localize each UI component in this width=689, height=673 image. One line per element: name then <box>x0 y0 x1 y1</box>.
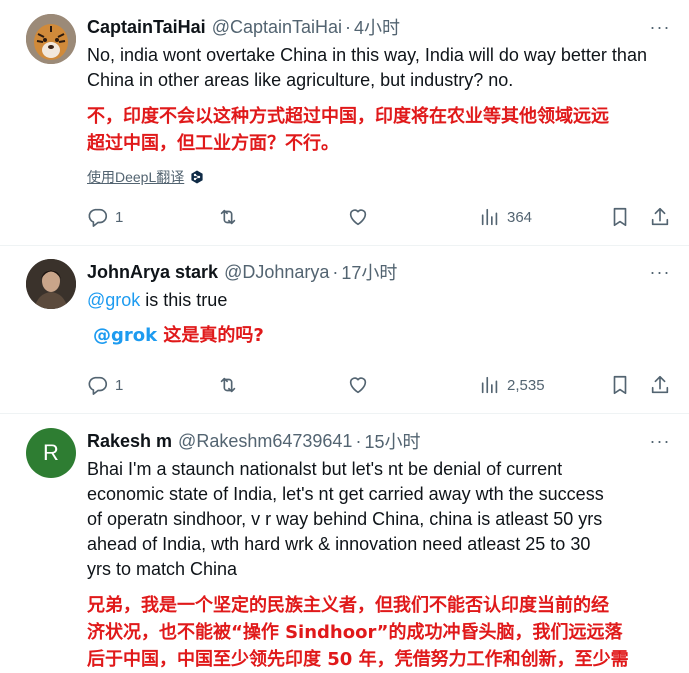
translate-label: 使用DeepL翻译 <box>87 169 185 185</box>
reply-button[interactable]: 1 <box>87 373 123 397</box>
translation-line: 后于中国，中国至少领先印度 50 年，凭借努力工作和创新，至少需 <box>87 649 629 670</box>
tweet-text-line: Bhai I'm a staunch nationalst but let's … <box>87 459 563 479</box>
translation-content: 这是真的吗? <box>157 325 264 346</box>
translation-text: 不，印度不会以这种方式超过中国，印度将在农业等其他领域远远 超过中国，但工业方面… <box>87 103 687 157</box>
reply-button[interactable]: 1 <box>87 205 123 229</box>
display-name[interactable]: JohnArya stark <box>87 262 218 283</box>
timestamp[interactable]: 4小时 <box>354 14 400 40</box>
deepl-icon <box>191 170 203 184</box>
display-name[interactable]: CaptainTaiHai <box>87 17 206 38</box>
more-icon: ··· <box>649 430 671 451</box>
retweet-icon <box>220 377 236 393</box>
avatar[interactable]: R <box>26 428 76 478</box>
tweet-3[interactable]: R Rakesh m @Rakeshm64739641 · 15小时 ··· B… <box>0 414 689 670</box>
tweet-text-line: yrs to match China <box>87 559 238 579</box>
translation-text: 兄弟，我是一个坚定的民族主义者，但我们不能否认印度当前的经 济状况，也不能被“操… <box>87 592 687 673</box>
user-handle[interactable]: @CaptainTaiHai <box>212 17 342 38</box>
separator-dot: · <box>355 430 362 451</box>
more-icon: ··· <box>649 16 671 37</box>
more-options-button[interactable]: ··· <box>646 431 674 451</box>
heart-icon <box>349 209 367 226</box>
tweet-text: Bhai I'm a staunch nationalst but let's … <box>87 457 687 582</box>
tweet-header: Rakesh m @Rakeshm64739641 · 15小时 <box>87 429 420 453</box>
more-options-button[interactable]: ··· <box>646 17 674 37</box>
view-count: 2,535 <box>507 376 545 394</box>
bookmark-icon <box>613 375 627 395</box>
views-button[interactable]: 2,535 <box>479 373 545 397</box>
tweet-text: No, india wont overtake China in this wa… <box>87 45 647 90</box>
separator-dot: · <box>345 16 352 37</box>
tweet-header: CaptainTaiHai @CaptainTaiHai · 4小时 <box>87 15 400 39</box>
heart-icon <box>349 377 367 394</box>
reply-count: 1 <box>115 376 124 394</box>
views-chart-icon <box>481 376 498 394</box>
translation-line: 兄弟，我是一个坚定的民族主义者，但我们不能否认印度当前的经 <box>87 595 609 616</box>
view-count: 364 <box>507 208 533 226</box>
share-button[interactable] <box>649 373 671 397</box>
tweet-1[interactable]: CaptainTaiHai @CaptainTaiHai · 4小时 ··· N… <box>0 0 689 244</box>
tweet-text-line: ahead of India, wth hard wrk & innovatio… <box>87 534 591 554</box>
avatar[interactable] <box>26 259 76 309</box>
reply-count: 1 <box>115 208 124 226</box>
avatar[interactable] <box>26 14 76 64</box>
more-options-button[interactable]: ··· <box>646 262 674 282</box>
tweet-text-content: is this true <box>140 290 228 310</box>
display-name[interactable]: Rakesh m <box>87 431 172 452</box>
share-icon <box>651 207 669 226</box>
reply-icon <box>88 376 108 395</box>
tweet-text: @grok is this true <box>87 288 687 313</box>
tweet-header: JohnArya stark @DJohnarya · 17小时 <box>87 260 397 284</box>
share-button[interactable] <box>649 205 671 229</box>
translation-text: @grok 这是真的吗? <box>93 322 689 349</box>
timestamp[interactable]: 17小时 <box>341 259 397 285</box>
more-icon: ··· <box>649 261 671 282</box>
tiger-avatar-icon <box>26 14 76 64</box>
retweet-button[interactable] <box>217 205 239 229</box>
tweet-text-line: economic state of India, let's nt get ca… <box>87 484 604 504</box>
like-button[interactable] <box>347 373 369 397</box>
bookmark-button[interactable] <box>609 373 631 397</box>
retweet-icon <box>220 209 236 225</box>
bookmark-button[interactable] <box>609 205 631 229</box>
tweet-actions: 1 2,535 <box>87 373 677 397</box>
avatar-letter: R <box>43 440 59 465</box>
person-avatar-icon <box>26 259 76 309</box>
tweet-text-line: of operatn sindhoor, v r way behind Chin… <box>87 509 603 529</box>
mention-link[interactable]: @grok <box>87 290 140 310</box>
translation-line: 不，印度不会以这种方式超过中国，印度将在农业等其他领域远远 <box>87 106 609 127</box>
views-button[interactable]: 364 <box>479 205 532 229</box>
separator-dot: · <box>332 261 339 282</box>
like-button[interactable] <box>347 205 369 229</box>
user-handle[interactable]: @Rakeshm64739641 <box>178 431 352 452</box>
translation-line: 济状况，也不能被“操作 Sindhoor”的成功冲昏头脑，我们远远落 <box>87 622 623 643</box>
tweet-actions: 1 364 <box>87 205 677 229</box>
tweet-2[interactable]: JohnArya stark @DJohnarya · 17小时 ··· @gr… <box>0 246 689 412</box>
translation-line: 超过中国，但工业方面？不行。 <box>87 133 339 154</box>
translate-link[interactable]: 使用DeepL翻译 <box>87 167 204 187</box>
views-chart-icon <box>481 208 498 226</box>
timestamp[interactable]: 15小时 <box>364 428 420 454</box>
mention-link[interactable]: @grok <box>93 325 157 346</box>
share-icon <box>651 375 669 394</box>
retweet-button[interactable] <box>217 373 239 397</box>
user-handle[interactable]: @DJohnarya <box>224 262 329 283</box>
reply-icon <box>88 208 108 227</box>
bookmark-icon <box>613 207 627 227</box>
